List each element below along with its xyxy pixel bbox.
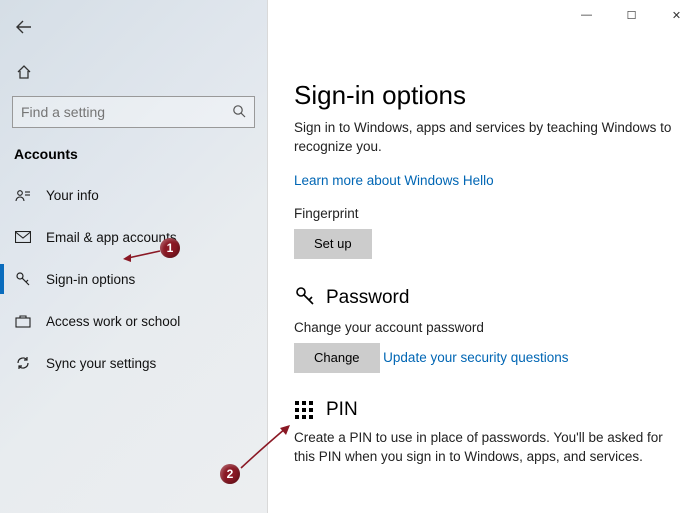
settings-sidebar: Accounts Your info Email & app accounts …: [0, 0, 268, 513]
sidebar-item-label: Access work or school: [46, 314, 180, 329]
sidebar-item-signin[interactable]: Sign-in options: [0, 258, 267, 300]
mail-icon: [14, 231, 32, 243]
password-heading: Password: [294, 285, 673, 312]
back-arrow-icon: [16, 19, 32, 35]
briefcase-icon: [14, 314, 32, 328]
pin-pad-icon: [294, 400, 316, 420]
page-subtitle: Sign in to Windows, apps and services by…: [294, 119, 673, 157]
sidebar-item-email[interactable]: Email & app accounts: [0, 216, 267, 258]
key-icon: [294, 285, 316, 312]
sync-icon: [14, 355, 32, 371]
sidebar-item-label: Sync your settings: [46, 356, 156, 371]
close-button[interactable]: ✕: [654, 0, 699, 30]
person-card-icon: [14, 188, 32, 202]
sidebar-item-work-school[interactable]: Access work or school: [0, 300, 267, 342]
sidebar-item-label: Email & app accounts: [46, 230, 177, 245]
back-button[interactable]: [4, 8, 44, 46]
search-box[interactable]: [12, 96, 255, 128]
sidebar-item-sync[interactable]: Sync your settings: [0, 342, 267, 384]
minimize-button[interactable]: —: [564, 0, 609, 30]
maximize-button[interactable]: ☐: [609, 0, 654, 30]
search-input[interactable]: [21, 104, 232, 120]
sidebar-item-label: Your info: [46, 188, 99, 203]
page-title: Sign-in options: [294, 80, 673, 111]
section-heading-label: PIN: [326, 399, 358, 421]
fingerprint-label: Fingerprint: [294, 206, 673, 221]
home-button[interactable]: [4, 54, 44, 90]
content-pane: — ☐ ✕ Sign-in options Sign in to Windows…: [268, 0, 699, 513]
pin-desc: Create a PIN to use in place of password…: [294, 429, 673, 467]
search-icon: [232, 104, 246, 121]
annotation-marker-1: 1: [160, 238, 180, 258]
sidebar-item-your-info[interactable]: Your info: [0, 174, 267, 216]
setup-button[interactable]: Set up: [294, 229, 372, 259]
section-heading-label: Password: [326, 287, 409, 309]
hello-link[interactable]: Learn more about Windows Hello: [294, 173, 494, 188]
category-heading: Accounts: [0, 138, 267, 174]
change-button[interactable]: Change: [294, 343, 380, 373]
annotation-marker-2: 2: [220, 464, 240, 484]
password-desc: Change your account password: [294, 320, 673, 335]
sidebar-item-label: Sign-in options: [46, 272, 135, 287]
pin-heading: PIN: [294, 399, 673, 421]
key-icon: [14, 271, 32, 287]
home-icon: [16, 64, 32, 80]
security-questions-link[interactable]: Update your security questions: [383, 350, 568, 365]
